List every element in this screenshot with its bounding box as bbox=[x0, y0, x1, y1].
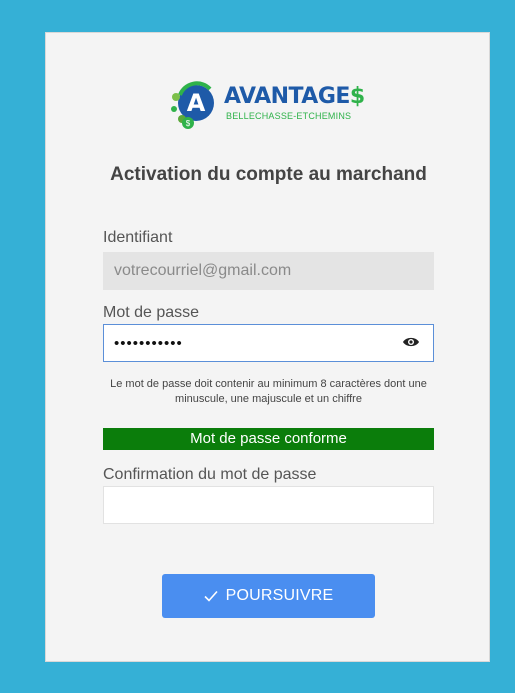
confirm-password-label: Confirmation du mot de passe bbox=[103, 466, 317, 483]
username-label: Identifiant bbox=[103, 229, 173, 246]
brand-dollar-sign: $ bbox=[349, 84, 365, 109]
brand-logo: $ A AVANTAGE$ BELLECHASSE-ETCHEMINS bbox=[166, 75, 366, 131]
activation-card: $ A AVANTAGE$ BELLECHASSE-ETCHEMINS Acti… bbox=[45, 32, 490, 662]
brand-tagline: BELLECHASSE-ETCHEMINS bbox=[226, 111, 352, 121]
confirm-password-field[interactable] bbox=[103, 486, 434, 524]
password-field[interactable] bbox=[103, 324, 434, 362]
password-label: Mot de passe bbox=[103, 304, 200, 321]
brand-name: AVANTAGE bbox=[224, 84, 350, 109]
check-icon bbox=[204, 590, 218, 602]
brand-logo-mark: $ A bbox=[171, 81, 214, 129]
svg-text:$: $ bbox=[186, 119, 191, 128]
password-valid-banner: Mot de passe conforme bbox=[103, 428, 434, 450]
eye-icon[interactable] bbox=[402, 335, 420, 349]
continue-button-label: POURSUIVRE bbox=[225, 587, 334, 604]
brand-wordmark: AVANTAGE$ bbox=[224, 85, 365, 109]
continue-button[interactable]: POURSUIVRE bbox=[162, 574, 375, 618]
svg-text:A: A bbox=[187, 89, 206, 117]
username-field[interactable] bbox=[103, 252, 434, 290]
page-title: Activation du compte au marchand bbox=[110, 164, 427, 185]
password-requirements-hint: Le mot de passe doit contenir au minimum… bbox=[110, 378, 427, 405]
